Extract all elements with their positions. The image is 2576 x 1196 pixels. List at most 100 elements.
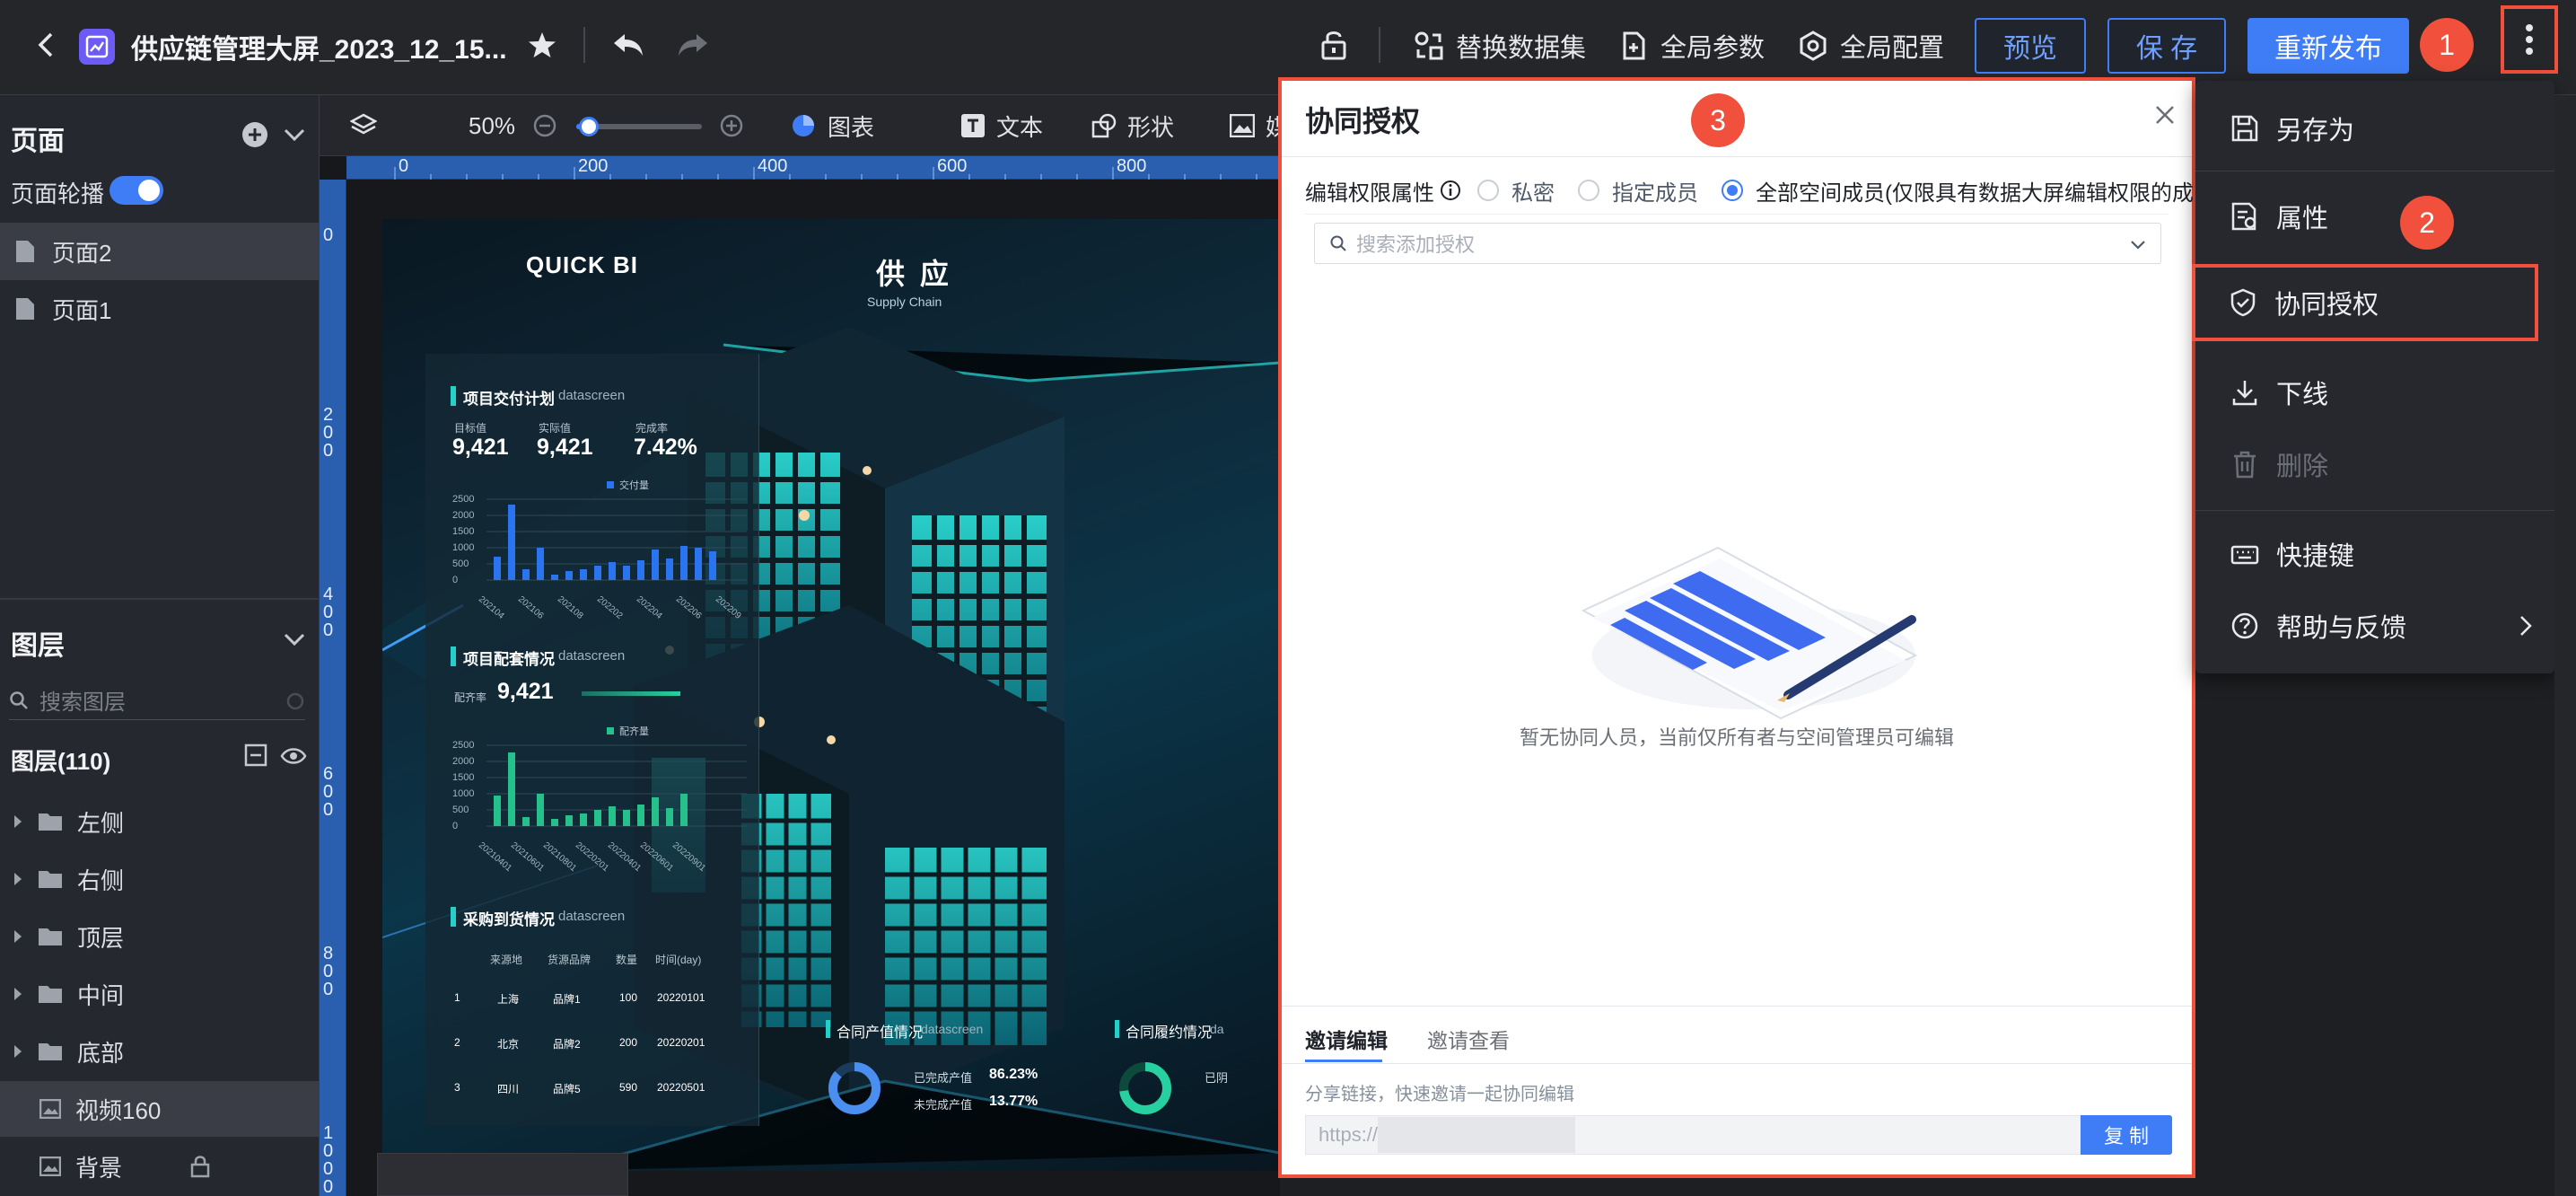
table-header: 来源地 货源品牌 数量 时间(day) [454, 952, 750, 970]
table-row: 2 北京 品牌2 200 20220201 [454, 1036, 750, 1054]
page-item[interactable]: 页面1 [0, 280, 320, 338]
menu-item-delete[interactable]: 删除 [2195, 433, 2554, 496]
info-icon[interactable] [1440, 180, 1461, 201]
text-tool-label: 文本 [996, 113, 1044, 141]
replace-dataset-button[interactable]: 替换数据集 [1413, 23, 1586, 68]
layer-item[interactable]: 右侧 [0, 851, 320, 907]
layer-search-box[interactable]: 搜索图层 [9, 681, 305, 720]
ruler-tick-label: 1000 [323, 1123, 334, 1196]
image-icon [1230, 114, 1255, 137]
shield-check-icon [2228, 287, 2258, 318]
canvas-area[interactable]: 0 200 400 600 800 0 200 400 600 800 1000 [320, 156, 1280, 1196]
loading-icon [285, 691, 305, 711]
close-icon[interactable] [2152, 102, 2177, 128]
unlock-icon[interactable] [1318, 27, 1350, 63]
ruler-tick-label: 200 [578, 156, 609, 176]
back-icon[interactable] [31, 29, 63, 61]
radio-label: 私密 [1511, 180, 1555, 206]
save-button[interactable]: 保 存 [2107, 18, 2226, 74]
layer-item[interactable]: 背景 [0, 1139, 320, 1194]
zoom-value: 50% [469, 111, 516, 139]
layer-item[interactable]: 顶层 [0, 909, 320, 964]
menu-item-shortcuts[interactable]: 快捷键 [2195, 523, 2554, 585]
y-tick: 1000 [452, 542, 475, 553]
panel-title-bar [451, 386, 456, 406]
page-file-icon [14, 239, 36, 264]
global-params-button[interactable]: 全局参数 [1617, 23, 1765, 68]
x-tick: 202209 [713, 594, 743, 621]
lock-icon[interactable] [190, 1155, 210, 1178]
pages-title: 页面 [11, 127, 65, 156]
menu-item-offline[interactable]: 下线 [2195, 361, 2554, 424]
panel-title: 采购到货情况 [463, 911, 555, 928]
menu-item-save-as[interactable]: 另存为 [2195, 97, 2554, 160]
radio-all-members[interactable]: 全部空间成员(仅限具有数据大屏编辑权限的成员) [1722, 175, 2222, 207]
layer-item[interactable]: 底部 [0, 1024, 320, 1079]
dashboard-screen[interactable]: QUICK BI 供 应 Supply Chain 项目交付计划 datascr… [382, 219, 1280, 1171]
caret-right-icon [13, 872, 23, 886]
radio-specified-members[interactable]: 指定成员 [1578, 175, 1698, 207]
menu-item-label: 另存为 [2276, 117, 2355, 145]
star-icon[interactable] [526, 29, 558, 61]
table-row: 1 上海 品牌1 100 20220101 [454, 991, 750, 1009]
collapse-layers-icon[interactable] [282, 629, 307, 650]
left-panel: 页面 页面轮播 页面2 页面1 图层 搜索图层 图层(110) 左侧 右侧 顶层… [0, 95, 320, 1196]
menu-item-properties[interactable]: 属性 [2195, 185, 2554, 248]
layers-toggle-icon[interactable] [350, 108, 377, 144]
chart-legend: 配齐量 [607, 724, 649, 738]
chart-tool-label: 图表 [828, 113, 875, 141]
add-page-icon[interactable] [241, 120, 269, 149]
zoom-in-icon[interactable] [720, 108, 743, 144]
more-menu-button[interactable] [2501, 5, 2558, 74]
zoom-out-icon[interactable] [533, 108, 556, 144]
scroll-thumb[interactable] [377, 1153, 628, 1196]
x-tick: 202204 [634, 594, 664, 621]
text-tool-button[interactable]: 文本 [960, 108, 1043, 144]
collapse-pages-icon[interactable] [282, 124, 307, 145]
global-config-button[interactable]: 全局配置 [1797, 23, 1944, 68]
redo-icon[interactable] [675, 29, 711, 61]
layer-item[interactable]: 中间 [0, 966, 320, 1022]
copy-button[interactable]: 复 制 [2081, 1115, 2172, 1155]
layer-search-input[interactable]: 搜索图层 [39, 684, 126, 716]
donut-chart [1117, 1060, 1174, 1117]
y-tick: 2000 [452, 510, 475, 521]
radio-private[interactable]: 私密 [1477, 175, 1555, 207]
visibility-icon[interactable] [280, 745, 307, 767]
dashboard-title: 供应链管理大屏_2023_12_15... [131, 35, 507, 65]
page-carousel-toggle[interactable] [110, 176, 163, 205]
preview-button[interactable]: 预览 [1975, 18, 2086, 74]
zoom-slider[interactable] [576, 117, 702, 136]
page-item[interactable]: 页面2 [0, 223, 320, 280]
layer-item[interactable]: 左侧 [0, 794, 320, 849]
collapse-all-icon[interactable] [244, 743, 267, 767]
shape-tool-label: 形状 [1127, 113, 1175, 141]
zoom-slider-handle[interactable] [579, 117, 599, 136]
text-icon [960, 113, 986, 138]
layer-label: 底部 [77, 1039, 125, 1067]
republish-button[interactable]: 重新发布 [2247, 18, 2409, 74]
chevron-down-icon [2128, 234, 2148, 254]
table-row: 3 四川 品牌5 590 20220501 [454, 1081, 750, 1099]
undo-icon[interactable] [610, 29, 646, 61]
more-vertical-icon [2525, 23, 2534, 56]
x-tick: 202202 [594, 594, 625, 621]
menu-item-collaboration[interactable]: 协同授权 [2192, 264, 2538, 341]
chart-tool-button[interactable]: 图表 [790, 108, 874, 144]
search-icon [1329, 234, 1347, 252]
layer-item[interactable]: 视频160 [0, 1081, 320, 1137]
page-carousel-label: 页面轮播 [11, 180, 105, 207]
shape-icon [1091, 113, 1117, 138]
table-cell: 3 [454, 1081, 460, 1094]
layer-label: 右侧 [77, 866, 125, 894]
tab-invite-view[interactable]: 邀请查看 [1427, 1024, 1510, 1054]
x-tick: 202108 [555, 594, 585, 621]
divider [0, 598, 320, 600]
tab-invite-edit[interactable]: 邀请编辑 [1305, 1024, 1388, 1054]
table-cell: 100 [619, 991, 638, 1004]
empty-state-illustration [1565, 521, 1942, 727]
add-authorization-search[interactable]: 搜索添加授权 [1314, 223, 2161, 264]
menu-item-help[interactable]: 帮助与反馈 [2195, 594, 2554, 657]
shape-tool-button[interactable]: 形状 [1091, 108, 1174, 144]
share-link-field[interactable]: https:// [1305, 1115, 2081, 1155]
